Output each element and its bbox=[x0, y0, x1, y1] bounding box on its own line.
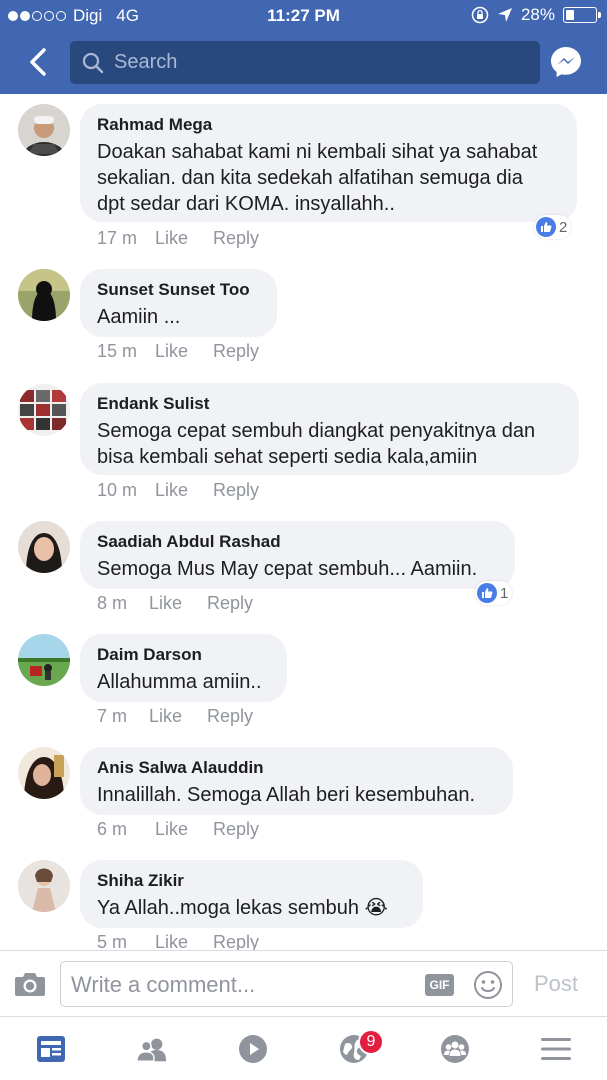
comment-text: Doakan sahabat kami ni kembali sihat ya … bbox=[97, 141, 538, 215]
battery-icon bbox=[563, 7, 601, 23]
reply-button[interactable]: Reply bbox=[213, 932, 259, 950]
back-button[interactable] bbox=[22, 42, 58, 82]
comment-bubble: Endank Sulist Semoga cepat sembuh diangk… bbox=[80, 383, 579, 475]
comment-time: 17 m bbox=[97, 228, 138, 248]
comment-actions: 15 m Like Reply bbox=[97, 341, 259, 362]
comment-author[interactable]: Anis Salwa Alauddin bbox=[97, 757, 496, 779]
comment-text: Semoga Mus May cepat sembuh... Aamiin. bbox=[97, 558, 478, 580]
news-feed-icon bbox=[37, 1036, 65, 1062]
camera-button[interactable] bbox=[14, 971, 46, 997]
like-button[interactable]: Like bbox=[155, 819, 213, 840]
post-button[interactable]: Post bbox=[534, 971, 578, 997]
comment-author[interactable]: Shiha Zikir bbox=[97, 870, 406, 892]
tab-menu[interactable] bbox=[540, 1033, 572, 1065]
comment-text: Ya Allah..moga lekas sembuh 😭 bbox=[97, 897, 388, 919]
location-arrow-icon bbox=[497, 8, 512, 22]
comment-actions: 6 m Like Reply bbox=[97, 819, 259, 840]
avatar[interactable] bbox=[18, 384, 70, 436]
reply-button[interactable]: Reply bbox=[213, 819, 259, 840]
comment-text: Innalillah. Semoga Allah beri kesembuhan… bbox=[97, 784, 476, 806]
reply-button[interactable]: Reply bbox=[213, 341, 259, 362]
smiley-icon bbox=[474, 971, 502, 999]
like-reaction-icon bbox=[477, 583, 497, 603]
comment-bubble: Anis Salwa Alauddin Innalillah. Semoga A… bbox=[80, 747, 513, 815]
comment-author[interactable]: Daim Darson bbox=[97, 644, 270, 666]
back-arrow-icon bbox=[30, 48, 46, 76]
comment-author[interactable]: Endank Sulist bbox=[97, 393, 562, 415]
comment-time: 8 m bbox=[97, 593, 128, 613]
reply-button[interactable]: Reply bbox=[213, 480, 259, 501]
battery-level bbox=[566, 10, 574, 20]
comment-field[interactable]: GIF bbox=[60, 961, 513, 1007]
comment-actions: 5 m Like Reply bbox=[97, 932, 259, 950]
watch-play-icon bbox=[239, 1035, 267, 1063]
messenger-button[interactable] bbox=[548, 44, 584, 80]
comment-time: 5 m bbox=[97, 932, 128, 950]
avatar[interactable] bbox=[18, 269, 70, 321]
like-reaction-icon bbox=[536, 217, 556, 237]
tab-groups[interactable] bbox=[439, 1033, 471, 1065]
comment-bubble: Rahmad Mega Doakan sahabat kami ni kemba… bbox=[80, 104, 577, 222]
tab-friends[interactable] bbox=[136, 1033, 168, 1065]
like-button[interactable]: Like bbox=[155, 341, 213, 362]
top-bar: Digi 4G 11:27 PM 28% bbox=[0, 0, 607, 94]
avatar[interactable] bbox=[18, 521, 70, 573]
search-icon bbox=[82, 52, 104, 74]
comment-author[interactable]: Sunset Sunset Too bbox=[97, 279, 260, 301]
battery-percent: 28% bbox=[520, 5, 555, 24]
avatar[interactable] bbox=[18, 634, 70, 686]
comment-composer: GIF Post bbox=[0, 950, 607, 1016]
reaction-count[interactable]: 1 bbox=[475, 581, 513, 605]
comment-time: 7 m bbox=[97, 706, 128, 726]
orientation-lock-icon bbox=[471, 6, 489, 24]
tab-news-feed[interactable] bbox=[35, 1033, 67, 1065]
reaction-count[interactable]: 2 bbox=[534, 215, 572, 239]
like-button[interactable]: Like bbox=[155, 480, 213, 501]
comment-input[interactable] bbox=[71, 971, 411, 999]
comment-bubble: Saadiah Abdul Rashad Semoga Mus May cepa… bbox=[80, 521, 515, 589]
comment-text: Semoga cepat sembuh diangkat penyakitnya… bbox=[97, 420, 536, 468]
comment-time: 15 m bbox=[97, 341, 138, 361]
avatar[interactable] bbox=[18, 747, 70, 799]
reply-button[interactable]: Reply bbox=[207, 706, 253, 727]
comment-author[interactable]: Rahmad Mega bbox=[97, 114, 560, 136]
like-button[interactable]: Like bbox=[155, 932, 213, 950]
search-input[interactable] bbox=[114, 51, 514, 74]
search-bar[interactable] bbox=[70, 41, 540, 84]
gif-button[interactable]: GIF bbox=[425, 974, 454, 996]
like-button[interactable]: Like bbox=[149, 706, 207, 727]
camera-icon bbox=[15, 973, 45, 996]
notification-badge: 9 bbox=[358, 1029, 384, 1055]
comment-list: Rahmad Mega Doakan sahabat kami ni kemba… bbox=[0, 94, 607, 950]
avatar[interactable] bbox=[18, 104, 70, 156]
comment-text: Allahumma amiin.. bbox=[97, 671, 262, 693]
comment-bubble: Sunset Sunset Too Aamiin ... bbox=[80, 269, 277, 337]
comment-actions: 17 m Like Reply bbox=[97, 228, 259, 249]
bottom-tab-bar: 9 bbox=[0, 1016, 607, 1080]
tab-watch[interactable] bbox=[237, 1033, 269, 1065]
comment-time: 10 m bbox=[97, 480, 138, 500]
emoji-button[interactable] bbox=[473, 970, 503, 1000]
comment-bubble: Daim Darson Allahumma amiin.. bbox=[80, 634, 287, 702]
friends-icon bbox=[136, 1038, 167, 1062]
comment-actions: 8 m Like Reply bbox=[97, 593, 253, 614]
comment-bubble: Shiha Zikir Ya Allah..moga lekas sembuh … bbox=[80, 860, 423, 928]
messenger-icon bbox=[551, 47, 581, 77]
like-button[interactable]: Like bbox=[149, 593, 207, 614]
comment-author[interactable]: Saadiah Abdul Rashad bbox=[97, 531, 498, 553]
reaction-count-label: 2 bbox=[559, 218, 568, 236]
reaction-count-label: 1 bbox=[500, 584, 509, 602]
comment-text: Aamiin ... bbox=[97, 306, 181, 328]
comment-actions: 10 m Like Reply bbox=[97, 480, 259, 501]
comment-actions: 7 m Like Reply bbox=[97, 706, 253, 727]
like-button[interactable]: Like bbox=[155, 228, 213, 249]
reply-button[interactable]: Reply bbox=[213, 228, 259, 249]
menu-icon bbox=[541, 1038, 571, 1060]
reply-button[interactable]: Reply bbox=[207, 593, 253, 614]
groups-icon bbox=[441, 1035, 469, 1063]
comment-time: 6 m bbox=[97, 819, 128, 839]
status-bar: Digi 4G 11:27 PM 28% bbox=[0, 0, 607, 32]
avatar[interactable] bbox=[18, 860, 70, 912]
